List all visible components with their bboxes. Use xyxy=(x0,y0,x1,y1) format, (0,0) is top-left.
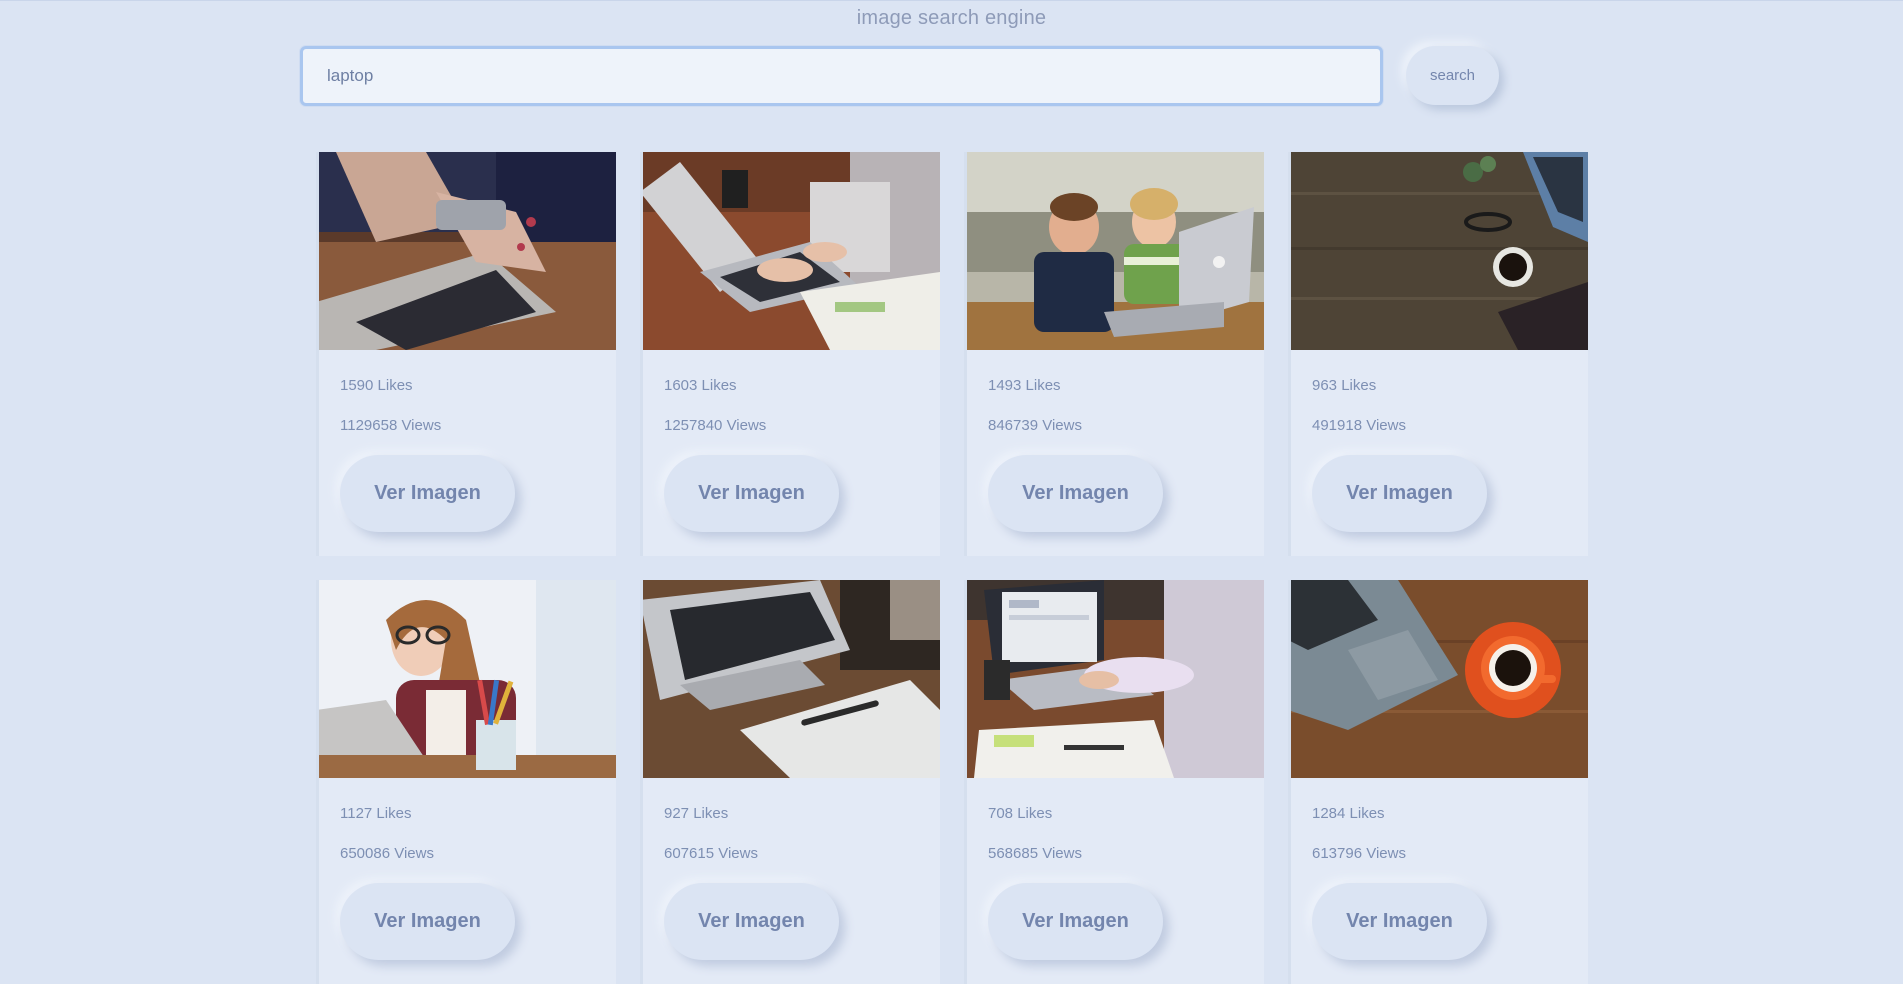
views-count: 1257840 Views xyxy=(664,417,767,434)
search-input[interactable] xyxy=(300,46,1383,106)
result-card: 1127 Likes 650086 Views Ver Imagen xyxy=(316,580,616,984)
view-image-button[interactable]: Ver Imagen xyxy=(340,883,515,960)
likes-count: 963 Likes xyxy=(1312,377,1377,394)
view-image-button[interactable]: Ver Imagen xyxy=(664,883,839,960)
result-card: 1603 Likes 1257840 Views Ver Imagen xyxy=(640,152,940,556)
view-image-button[interactable]: Ver Imagen xyxy=(664,455,839,532)
search-button[interactable]: search xyxy=(1406,46,1499,105)
result-card: 927 Likes 607615 Views Ver Imagen xyxy=(640,580,940,984)
result-image[interactable] xyxy=(319,152,616,350)
views-count: 1129658 Views xyxy=(340,417,442,434)
result-card: 708 Likes 568685 Views Ver Imagen xyxy=(964,580,1264,984)
views-count: 568685 Views xyxy=(988,845,1082,862)
likes-count: 1493 Likes xyxy=(988,377,1061,394)
views-count: 607615 Views xyxy=(664,845,758,862)
result-card: 1590 Likes 1129658 Views Ver Imagen xyxy=(316,152,616,556)
views-count: 613796 Views xyxy=(1312,845,1406,862)
result-card: 1284 Likes 613796 Views Ver Imagen xyxy=(1288,580,1588,984)
page-title: image search engine xyxy=(856,7,1047,29)
likes-count: 1127 Likes xyxy=(340,805,412,822)
views-count: 491918 Views xyxy=(1312,417,1406,434)
view-image-button[interactable]: Ver Imagen xyxy=(1312,883,1487,960)
result-image[interactable] xyxy=(643,152,940,350)
app-root: image search engine search xyxy=(0,0,1903,984)
likes-count: 708 Likes xyxy=(988,805,1053,822)
likes-count: 1603 Likes xyxy=(664,377,737,394)
view-image-button[interactable]: Ver Imagen xyxy=(1312,455,1487,532)
result-image[interactable] xyxy=(967,580,1264,778)
result-image[interactable] xyxy=(643,580,940,778)
views-count: 846739 Views xyxy=(988,417,1082,434)
result-image[interactable] xyxy=(1291,580,1588,778)
view-image-button[interactable]: Ver Imagen xyxy=(988,455,1163,532)
search-bar: search xyxy=(300,46,1500,106)
result-image[interactable] xyxy=(967,152,1264,350)
views-count: 650086 Views xyxy=(340,845,434,862)
likes-count: 1284 Likes xyxy=(1312,805,1385,822)
result-image[interactable] xyxy=(1291,152,1588,350)
result-image[interactable] xyxy=(319,580,616,778)
likes-count: 1590 Likes xyxy=(340,377,413,394)
view-image-button[interactable]: Ver Imagen xyxy=(340,455,515,532)
view-image-button[interactable]: Ver Imagen xyxy=(988,883,1163,960)
results-grid: 1590 Likes 1129658 Views Ver Imagen 1603… xyxy=(316,152,1588,984)
result-card: 1493 Likes 846739 Views Ver Imagen xyxy=(964,152,1264,556)
likes-count: 927 Likes xyxy=(664,805,729,822)
result-card: 963 Likes 491918 Views Ver Imagen xyxy=(1288,152,1588,556)
